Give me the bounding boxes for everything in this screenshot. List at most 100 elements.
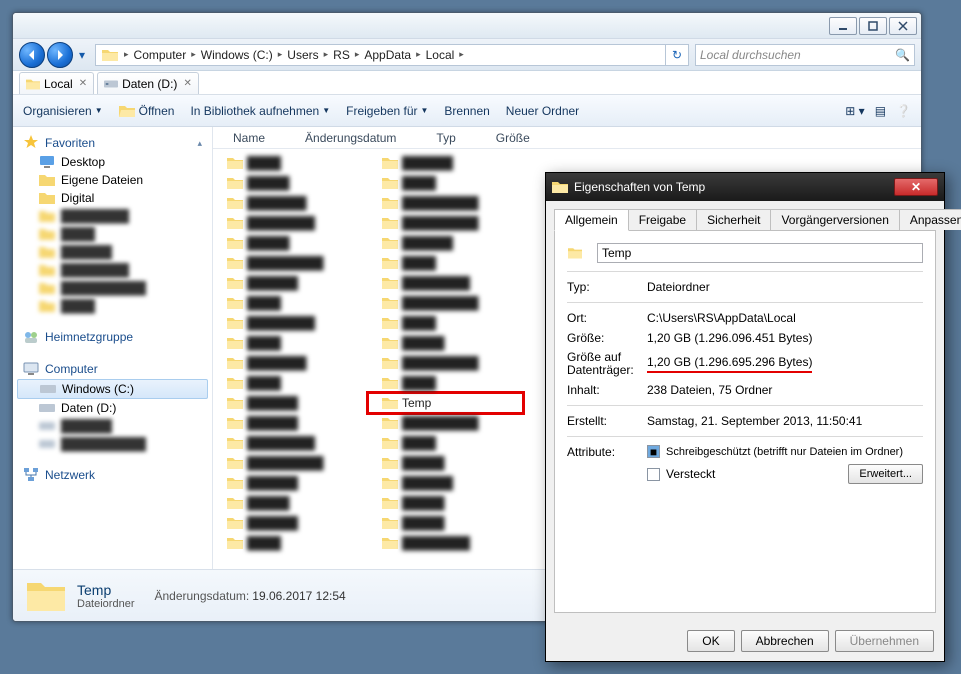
tab-vorgaenger[interactable]: Vorgängerversionen [770,209,899,230]
file-item-blurred[interactable]: ████ [213,153,368,173]
file-item-blurred[interactable]: █████████ [213,453,368,473]
properties-titlebar[interactable]: Eigenschaften von Temp ✕ [546,173,944,201]
share-menu[interactable]: Freigeben für▼ [346,104,428,118]
file-item-blurred[interactable]: █████ [368,493,523,513]
sidebar-item-windows-c[interactable]: Windows (C:) [17,379,208,399]
sidebar-item-desktop[interactable]: Desktop [13,153,212,171]
tab-close-icon[interactable]: ✕ [79,78,87,89]
breadcrumb-bar[interactable]: ▸ Computer▸ Windows (C:)▸ Users▸ RS▸ App… [95,44,665,66]
file-item-blurred[interactable]: █████████ [368,213,523,233]
sidebar-favorites-header[interactable]: Favoriten▴ [13,133,212,153]
burn-button[interactable]: Brennen [444,104,489,118]
apply-button[interactable]: Übernehmen [835,630,934,652]
column-headers[interactable]: Name Änderungsdatum Typ Größe [213,127,921,149]
history-dropdown[interactable]: ▾ [75,46,89,64]
file-item-blurred[interactable]: █████ [213,233,368,253]
sidebar-item-documents[interactable]: Eigene Dateien [13,171,212,189]
tab-anpassen[interactable]: Anpassen [899,209,961,230]
open-button[interactable]: Öffnen [119,104,175,118]
file-item-blurred[interactable]: █████ [368,453,523,473]
new-folder-button[interactable]: Neuer Ordner [506,104,579,118]
file-item-blurred[interactable]: ████ [368,253,523,273]
file-item-blurred[interactable]: █████ [213,493,368,513]
ok-button[interactable]: OK [687,630,734,652]
file-item-blurred[interactable]: ██████ [368,233,523,253]
crumb-appdata[interactable]: AppData [361,48,414,62]
sidebar-network-header[interactable]: Netzwerk [13,465,212,485]
file-item-blurred[interactable]: ████ [368,373,523,393]
file-item-blurred[interactable]: ████████ [213,213,368,233]
tab-local[interactable]: Local ✕ [19,72,94,94]
file-item-blurred[interactable]: █████████ [368,353,523,373]
organize-menu[interactable]: Organisieren▼ [23,104,103,118]
maximize-button[interactable] [859,17,887,35]
file-item-blurred[interactable]: █████ [368,333,523,353]
sidebar-item-blurred[interactable]: ████████ [13,207,212,225]
file-item-blurred[interactable]: ████ [213,293,368,313]
file-item-blurred[interactable]: ██████ [213,413,368,433]
sidebar-item-daten-d[interactable]: Daten (D:) [13,399,212,417]
file-item-blurred[interactable]: ████ [368,173,523,193]
crumb-drive[interactable]: Windows (C:) [198,48,276,62]
readonly-checkbox[interactable]: ■ [647,445,660,458]
file-item-blurred[interactable]: █████████ [368,293,523,313]
back-button[interactable] [19,42,45,68]
sidebar-item-blurred[interactable]: ██████ [13,243,212,261]
file-item-blurred[interactable]: ██████ [213,513,368,533]
file-item-blurred[interactable]: ████████ [368,533,523,553]
sidebar-computer-header[interactable]: Computer [13,359,212,379]
sidebar-item-blurred[interactable]: ██████████ [13,435,212,453]
forward-button[interactable] [47,42,73,68]
file-item-blurred[interactable]: ████ [213,333,368,353]
crumb-local[interactable]: Local [423,48,458,62]
refresh-button[interactable]: ↻ [665,44,689,66]
tab-close-icon[interactable]: ✕ [183,78,191,89]
file-item-blurred[interactable]: ████ [368,313,523,333]
file-item-blurred[interactable]: ██████ [213,273,368,293]
file-item-blurred[interactable]: ████████ [213,433,368,453]
file-item-blurred[interactable]: █████████ [368,193,523,213]
file-item-blurred[interactable]: █████ [213,173,368,193]
search-input[interactable]: Local durchsuchen 🔍 [695,44,915,66]
close-button[interactable] [889,17,917,35]
sidebar-item-blurred[interactable]: ██████████ [13,279,212,297]
sidebar-item-digital[interactable]: Digital [13,189,212,207]
file-item-blurred[interactable]: ███████ [213,193,368,213]
file-item-blurred[interactable]: ████████ [213,313,368,333]
file-item-temp[interactable]: Temp [368,393,523,413]
hidden-checkbox[interactable] [647,468,660,481]
crumb-rs[interactable]: RS [330,48,353,62]
cancel-button[interactable]: Abbrechen [741,630,829,652]
file-item-blurred[interactable]: ████ [213,533,368,553]
file-item-blurred[interactable]: █████████ [368,413,523,433]
sidebar-homegroup-header[interactable]: Heimnetzgruppe [13,327,212,347]
file-item-blurred[interactable]: ████████ [368,273,523,293]
library-menu[interactable]: In Bibliothek aufnehmen▼ [190,104,330,118]
view-options-icon[interactable]: ⊞ ▾ [845,104,864,118]
sidebar-item-blurred[interactable]: ████ [13,297,212,315]
file-item-blurred[interactable]: ██████ [368,153,523,173]
file-item-blurred[interactable]: ████ [368,433,523,453]
minimize-button[interactable] [829,17,857,35]
tab-daten[interactable]: Daten (D:) ✕ [97,72,199,94]
tab-sicherheit[interactable]: Sicherheit [696,209,771,230]
sidebar-item-blurred[interactable]: ██████ [13,417,212,435]
sidebar-item-blurred[interactable]: ████████ [13,261,212,279]
file-item-blurred[interactable]: ███████ [213,353,368,373]
folder-name-input[interactable] [597,243,923,263]
properties-close-button[interactable]: ✕ [894,178,938,196]
tab-allgemein[interactable]: Allgemein [554,209,629,231]
file-item-blurred[interactable]: ██████ [213,473,368,493]
crumb-computer[interactable]: Computer [131,48,190,62]
advanced-button[interactable]: Erweitert... [848,464,923,484]
tab-freigabe[interactable]: Freigabe [628,209,697,230]
crumb-users[interactable]: Users [284,48,321,62]
file-item-blurred[interactable]: █████████ [213,253,368,273]
help-icon[interactable]: ❔ [896,104,911,118]
file-item-blurred[interactable]: ██████ [368,473,523,493]
sidebar-item-blurred[interactable]: ████ [13,225,212,243]
file-item-blurred[interactable]: █████ [368,513,523,533]
file-item-blurred[interactable]: ████ [213,373,368,393]
file-item-blurred[interactable]: ██████ [213,393,368,413]
preview-pane-icon[interactable]: ▤ [875,104,886,118]
